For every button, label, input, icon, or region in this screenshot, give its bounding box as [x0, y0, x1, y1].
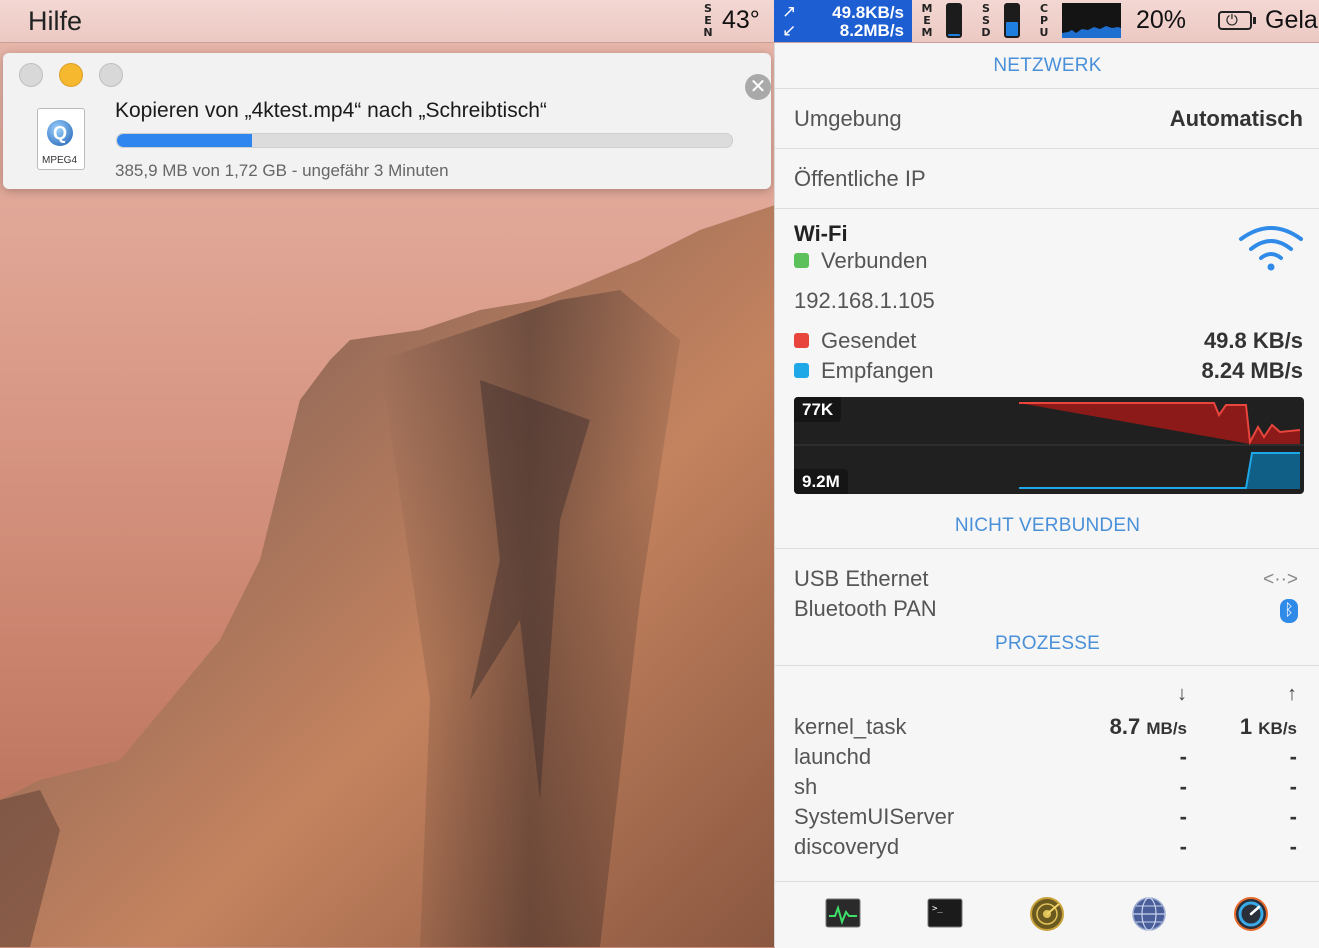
app-shortcuts-bar: >_ — [775, 881, 1319, 948]
svg-text:>_: >_ — [932, 904, 943, 914]
ethernet-icon: <··> — [1263, 569, 1298, 590]
received-color-swatch — [794, 363, 809, 378]
ssd-level-bar[interactable] — [1004, 3, 1020, 38]
copy-status-text: 385,9 MB von 1,72 GB - ungefähr 3 Minute… — [115, 161, 449, 180]
process-upload-unit: KB/s — [1258, 719, 1297, 738]
process-upload: - — [1289, 804, 1297, 829]
process-name: kernel_task — [794, 714, 907, 739]
section-header-not-connected: NICHT VERBUNDEN — [954, 515, 1141, 536]
sensor-menu-label[interactable]: S E N — [700, 3, 716, 39]
process-upload: - — [1289, 834, 1297, 859]
divider — [775, 665, 1319, 666]
network-globe-icon[interactable] — [1131, 896, 1167, 932]
ssd-letter: D — [981, 26, 991, 39]
process-name: sh — [794, 774, 818, 799]
sent-color-swatch — [794, 333, 809, 348]
copy-title: Kopieren von „4ktest.mp4“ nach „Schreibt… — [115, 99, 547, 122]
window-minimize-button[interactable] — [59, 63, 83, 87]
divider — [775, 208, 1319, 209]
environment-label: Umgebung — [794, 106, 902, 131]
plug-icon: ⏻ — [1226, 12, 1238, 29]
memory-level-bar[interactable] — [946, 3, 962, 38]
battery-status-text[interactable]: Gela — [1265, 6, 1318, 35]
mpeg4-file-icon: Q MPEG4 — [37, 108, 85, 170]
network-utility-icon[interactable] — [1029, 896, 1065, 932]
memory-letter: M — [921, 26, 933, 39]
cpu-percentage[interactable]: 20% — [1136, 6, 1186, 35]
memory-level-fill — [948, 33, 960, 36]
process-upload-value: 1 — [1239, 714, 1253, 739]
upload-arrow-icon: ↑ — [1287, 683, 1297, 705]
process-download: - — [1179, 804, 1187, 829]
process-upload: - — [1289, 774, 1297, 799]
received-value: 8.24 MB/s — [1201, 358, 1304, 383]
network-upload-rate: 49.8KB/s — [832, 3, 904, 22]
speedtest-icon[interactable] — [1233, 896, 1269, 932]
menubar: Hilfe S E N 43° ↗ ↙ 49.8KB/s 8.2MB/s M E … — [0, 0, 1319, 43]
window-zoom-button[interactable] — [99, 63, 123, 87]
wifi-ip-address[interactable]: 192.168.1.105 — [794, 288, 935, 314]
window-close-button[interactable] — [19, 63, 43, 87]
usb-ethernet-label: USB Ethernet — [794, 566, 929, 591]
cancel-copy-button[interactable]: ✕ — [745, 74, 771, 100]
copy-progress-window: Q MPEG4 Kopieren von „4ktest.mp4“ nach „… — [3, 53, 771, 189]
up-down-arrows-icon: ↗ ↙ — [782, 2, 797, 40]
process-download: 8.7 MB/s — [1110, 714, 1187, 740]
process-download: - — [1179, 774, 1187, 799]
environment-value[interactable]: Automatisch — [1170, 106, 1303, 132]
cpu-menu-label[interactable]: C P U — [1036, 3, 1052, 39]
activity-monitor-icon[interactable] — [825, 896, 861, 932]
wifi-signal-icon — [1239, 226, 1303, 271]
wifi-status: Verbunden — [821, 248, 928, 273]
battery-charging-icon[interactable]: ⏻ — [1218, 11, 1256, 30]
process-name: launchd — [794, 744, 872, 769]
download-arrow-icon: ↓ — [1177, 683, 1187, 705]
network-download-rate: 8.2MB/s — [839, 21, 904, 40]
quicktime-logo-icon: Q — [47, 120, 73, 146]
process-download-unit: MB/s — [1146, 719, 1187, 738]
divider — [775, 88, 1319, 89]
process-upload: - — [1289, 744, 1297, 769]
graph-upload-scale: 77K — [794, 397, 842, 422]
bluetooth-icon: ᛒ — [1280, 599, 1298, 623]
memory-menu-label[interactable]: M E M — [919, 3, 935, 39]
process-name: SystemUIServer — [794, 804, 955, 829]
received-label: Empfangen — [821, 358, 934, 383]
network-graph-plot — [794, 402, 1304, 489]
process-download: - — [1179, 744, 1187, 769]
sensor-letter: N — [703, 26, 713, 39]
process-upload: 1 KB/s — [1240, 714, 1297, 740]
network-stats-panel: NETZWERK Umgebung Automatisch Öffentlich… — [774, 43, 1319, 948]
cpu-letter: U — [1039, 26, 1049, 39]
section-header-network: NETZWERK — [993, 55, 1102, 76]
process-name: discoveryd — [794, 834, 900, 859]
process-download: - — [1179, 834, 1187, 859]
copy-progress-fill — [117, 134, 253, 147]
ssd-menu-label[interactable]: S S D — [978, 3, 994, 39]
process-download-value: 8.7 — [1109, 714, 1141, 739]
ssd-level-fill — [1006, 22, 1018, 36]
network-menu-item[interactable]: ↗ ↙ 49.8KB/s 8.2MB/s — [774, 0, 912, 42]
sent-label: Gesendet — [821, 328, 917, 353]
terminal-icon[interactable]: >_ — [927, 896, 963, 932]
network-history-graph: 77K 9.2M — [794, 397, 1304, 494]
wifi-title: Wi-Fi — [794, 221, 848, 246]
menu-hilfe[interactable]: Hilfe — [28, 6, 82, 37]
file-type-label: MPEG4 — [42, 155, 78, 166]
cpu-history-graph[interactable] — [1062, 3, 1121, 38]
sensor-temperature[interactable]: 43° — [722, 6, 760, 35]
section-header-processes: PROZESSE — [994, 633, 1101, 654]
sent-value: 49.8 KB/s — [1203, 328, 1303, 353]
public-ip-label: Öffentliche IP — [794, 166, 926, 191]
connected-indicator — [794, 253, 809, 268]
copy-progress-bar — [116, 133, 733, 148]
graph-download-scale: 9.2M — [794, 469, 848, 494]
divider — [775, 148, 1319, 149]
divider — [775, 548, 1319, 549]
bluetooth-pan-label: Bluetooth PAN — [794, 596, 937, 621]
